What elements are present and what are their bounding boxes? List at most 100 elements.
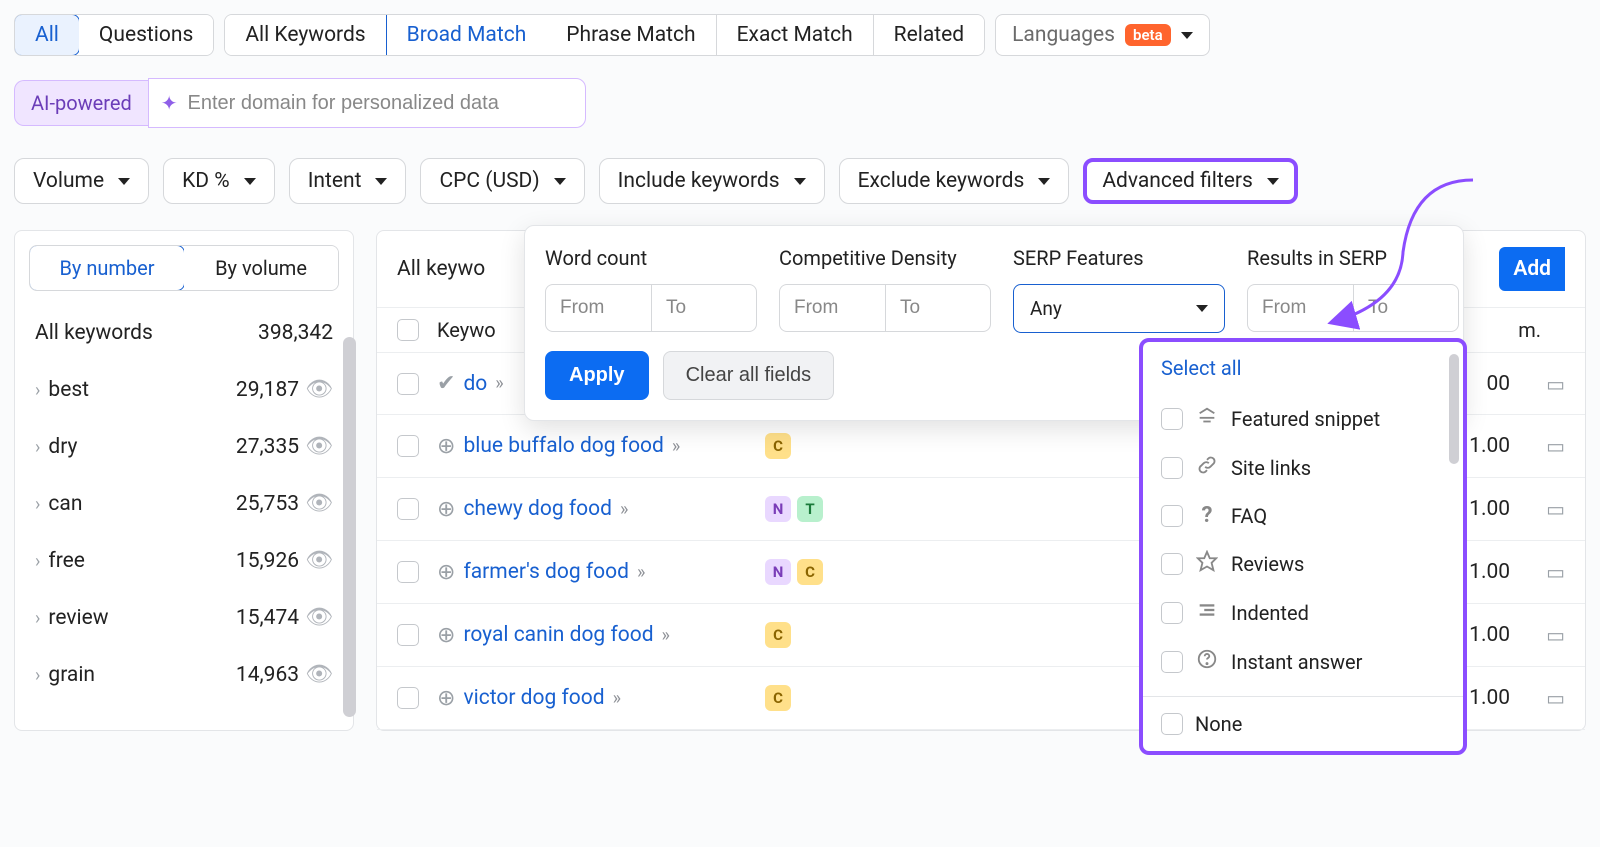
serp-snapshot-icon[interactable]: ▭ (1546, 434, 1565, 458)
tab-questions[interactable]: Questions (79, 15, 213, 55)
double-chevron-icon[interactable]: » (662, 625, 667, 646)
row-checkbox[interactable] (397, 624, 419, 646)
sidebar-item[interactable]: ›grain 14,963👁 (15, 646, 353, 703)
tab-all[interactable]: All (14, 14, 80, 56)
apply-button[interactable]: Apply (545, 351, 649, 400)
languages-select[interactable]: Languages beta (995, 14, 1210, 56)
sidebar-scrollbar[interactable] (343, 337, 356, 717)
filter-include[interactable]: Include keywords (599, 158, 825, 204)
chevron-down-icon (375, 178, 387, 185)
eye-icon[interactable]: 👁 (305, 605, 333, 630)
checkbox[interactable] (1161, 505, 1183, 527)
domain-input[interactable] (188, 92, 573, 115)
serp-option[interactable]: Instant answer (1143, 637, 1463, 686)
select-all-link[interactable]: Select all (1143, 342, 1463, 394)
col-com[interactable]: m. (1471, 318, 1541, 342)
keyword-link[interactable]: blue buffalo dog food (463, 434, 663, 458)
filter-volume[interactable]: Volume (14, 158, 149, 204)
serp-snapshot-icon[interactable]: ▭ (1546, 372, 1565, 396)
eye-icon[interactable]: 👁 (305, 491, 333, 516)
sidebar-item[interactable]: ›review 15,474👁 (15, 589, 353, 646)
checkbox[interactable] (1161, 553, 1183, 575)
clear-all-button[interactable]: Clear all fields (663, 351, 835, 400)
sidebar-item[interactable]: ›dry 27,335👁 (15, 418, 353, 475)
tab-by-number[interactable]: By number (29, 245, 185, 291)
serp-option[interactable]: Indented (1143, 588, 1463, 637)
row-checkbox[interactable] (397, 498, 419, 520)
results-from[interactable] (1247, 284, 1353, 332)
plus-circle-icon[interactable]: ⊕ (437, 686, 455, 711)
double-chevron-icon[interactable]: » (637, 562, 642, 583)
serp-option[interactable]: Site links (1143, 443, 1463, 492)
serp-snapshot-icon[interactable]: ▭ (1546, 497, 1565, 521)
double-chevron-icon[interactable]: » (613, 688, 618, 709)
tab-related[interactable]: Related (874, 15, 984, 55)
checkbox[interactable] (1161, 457, 1183, 479)
filter-label: Include keywords (618, 169, 780, 193)
row-checkbox[interactable] (397, 435, 419, 457)
ai-input-wrap[interactable]: ✦ (148, 78, 586, 128)
row-checkbox[interactable] (397, 561, 419, 583)
checkbox[interactable] (1161, 408, 1183, 430)
add-button[interactable]: Add (1499, 247, 1565, 291)
double-chevron-icon[interactable]: » (495, 373, 500, 394)
sidebar-item[interactable]: ›can 25,753👁 (15, 475, 353, 532)
serp-features-select[interactable]: Any (1013, 284, 1225, 333)
serp-option[interactable]: ? FAQ (1143, 492, 1463, 539)
serp-snapshot-icon[interactable]: ▭ (1546, 623, 1565, 647)
sidebar-item[interactable]: ›free 15,926👁 (15, 532, 353, 589)
double-chevron-icon[interactable]: » (620, 499, 625, 520)
serp-option[interactable]: Reviews (1143, 539, 1463, 588)
eye-icon[interactable]: 👁 (305, 662, 333, 687)
eye-icon[interactable]: 👁 (305, 377, 333, 402)
keyword-link[interactable]: royal canin dog food (463, 623, 653, 647)
keyword-link[interactable]: do (463, 372, 487, 396)
scrollbar-thumb[interactable] (343, 337, 356, 717)
serp-option[interactable]: Featured snippet (1143, 394, 1463, 443)
plus-circle-icon[interactable]: ⊕ (437, 434, 455, 459)
tab-exact-match[interactable]: Exact Match (717, 15, 874, 55)
sidebar-item[interactable]: ›best 29,187👁 (15, 361, 353, 418)
serp-snapshot-icon[interactable]: ▭ (1546, 686, 1565, 710)
filter-advanced[interactable]: Advanced filters (1083, 158, 1297, 204)
plus-circle-icon[interactable]: ⊕ (437, 623, 455, 648)
plus-circle-icon[interactable]: ⊕ (437, 560, 455, 585)
checkbox[interactable] (1161, 602, 1183, 624)
keyword-link[interactable]: victor dog food (463, 686, 604, 710)
serp-features-label: SERP Features (1013, 246, 1225, 270)
row-checkbox[interactable] (397, 373, 419, 395)
checkbox[interactable] (1161, 713, 1183, 735)
sidebar-total[interactable]: All keywords 398,342 (15, 305, 353, 361)
select-all-checkbox[interactable] (397, 319, 419, 341)
filter-cpc[interactable]: CPC (USD) (420, 158, 584, 204)
row-checkbox[interactable] (397, 687, 419, 709)
double-chevron-icon[interactable]: » (672, 436, 677, 457)
chevron-right-icon: › (35, 551, 40, 572)
tab-broad-match[interactable]: Broad Match (386, 14, 548, 56)
eye-icon[interactable]: 👁 (305, 548, 333, 573)
tab-by-volume[interactable]: By volume (184, 246, 338, 290)
plus-circle-icon[interactable]: ⊕ (437, 497, 455, 522)
intent-badge-t: T (797, 496, 823, 522)
keyword-link[interactable]: farmer's dog food (463, 560, 629, 584)
eye-icon[interactable]: 👁 (305, 434, 333, 459)
checkbox[interactable] (1161, 651, 1183, 673)
filter-intent[interactable]: Intent (289, 158, 407, 204)
word-count-to[interactable] (651, 284, 757, 332)
serp-snapshot-icon[interactable]: ▭ (1546, 560, 1565, 584)
filter-exclude[interactable]: Exclude keywords (839, 158, 1070, 204)
comp-to[interactable] (885, 284, 991, 332)
results-to[interactable] (1353, 284, 1459, 332)
serp-option-none[interactable]: None (1143, 701, 1463, 747)
word-count-from[interactable] (545, 284, 651, 332)
filter-kd[interactable]: KD % (163, 158, 275, 204)
dropdown-scrollbar[interactable] (1449, 354, 1459, 464)
tab-phrase-match[interactable]: Phrase Match (546, 15, 716, 55)
chevron-right-icon: › (35, 494, 40, 515)
tab-all-keywords[interactable]: All Keywords (225, 15, 386, 55)
intent-badge-c: C (765, 622, 791, 648)
serp-feature-icon (1195, 405, 1219, 432)
keyword-link[interactable]: chewy dog food (463, 497, 612, 521)
comp-from[interactable] (779, 284, 885, 332)
intent-cell: NT (765, 496, 837, 522)
